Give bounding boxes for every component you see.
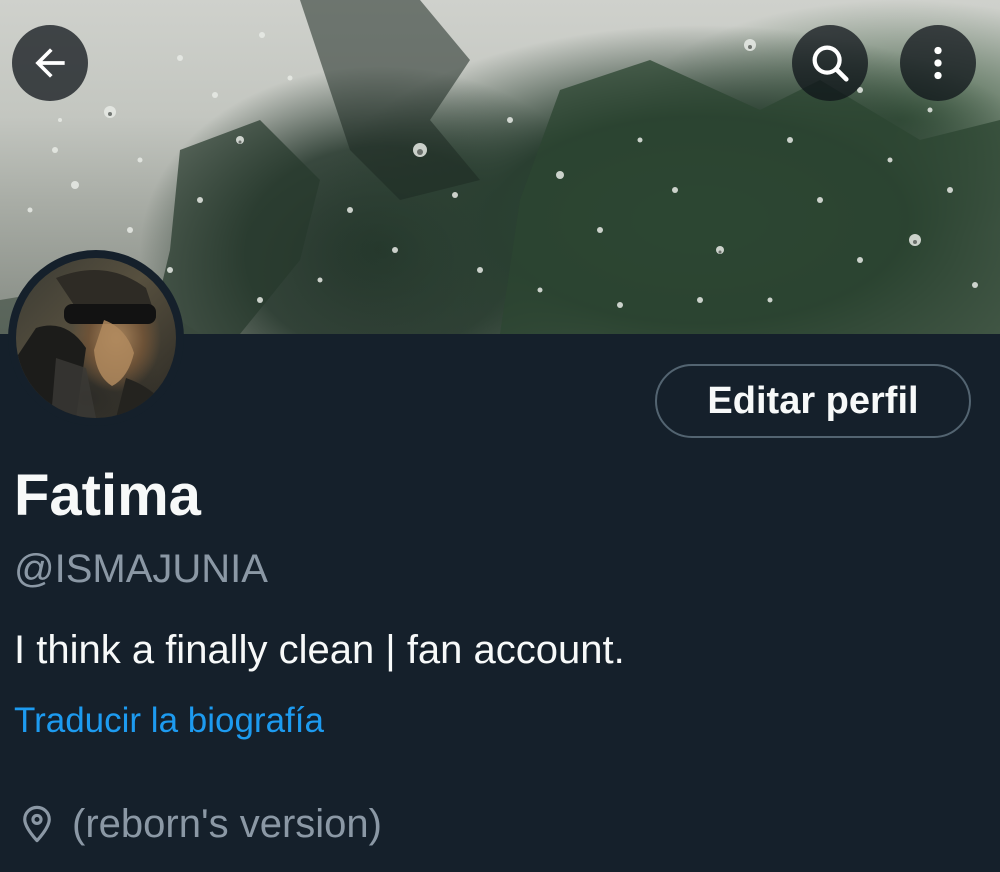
profile-handle: @ISMAJUNIA xyxy=(14,547,268,591)
avatar[interactable] xyxy=(8,250,184,426)
profile-page: Editar perfil Fatima @ISMAJUNIA I think … xyxy=(0,0,1000,872)
more-vertical-icon xyxy=(934,46,942,80)
translate-bio-link[interactable]: Traducir la biografía xyxy=(14,698,324,744)
back-button[interactable] xyxy=(12,25,88,101)
avatar-portrait xyxy=(16,270,176,418)
search-button[interactable] xyxy=(792,25,868,101)
search-icon xyxy=(812,45,849,82)
profile-bio: I think a finally clean | fan account. xyxy=(14,628,625,672)
profile-location: (reborn's version) xyxy=(14,796,382,852)
avatar-image xyxy=(16,258,176,418)
profile-name: Fatima xyxy=(14,463,201,528)
location-pin-icon xyxy=(16,803,58,845)
more-options-button[interactable] xyxy=(900,25,976,101)
edit-profile-button[interactable]: Editar perfil xyxy=(655,364,971,438)
arrow-left-icon xyxy=(35,48,65,78)
location-text: (reborn's version) xyxy=(72,802,382,846)
